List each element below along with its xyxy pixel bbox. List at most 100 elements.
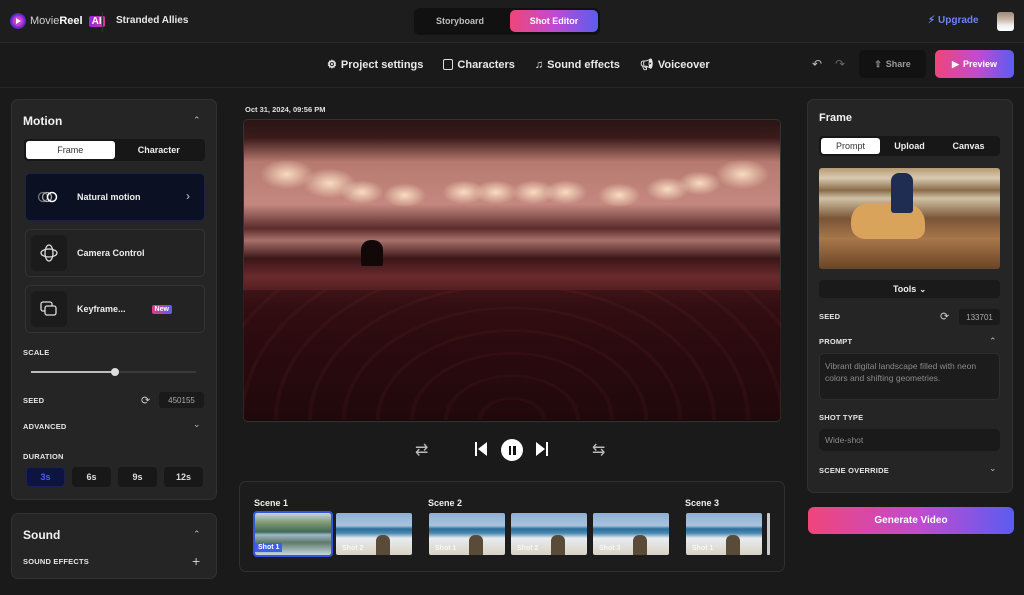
refresh-seed-icon[interactable]: ⟳ <box>940 310 949 323</box>
thumb-figure <box>376 535 390 555</box>
nav-label: Project settings <box>340 58 424 71</box>
chevron-right-icon: › <box>186 189 190 203</box>
sound-collapse-chevron-icon[interactable]: ⌃ <box>193 529 201 540</box>
orbit-icon <box>31 235 67 271</box>
frame-seed-label: SEED <box>819 312 841 321</box>
nav-characters[interactable]: Characters <box>443 58 515 71</box>
nav-label: Characters <box>457 58 515 71</box>
shot-thumbnail[interactable]: Shot 3 <box>593 513 669 555</box>
collapse-chevron-icon[interactable]: ⌃ <box>193 115 201 126</box>
preview-label: Preview <box>962 59 997 69</box>
shuffle-icon[interactable]: ⇄ <box>415 440 428 460</box>
nav-label: Sound effects <box>547 58 620 71</box>
timeline-scrollbar[interactable] <box>767 513 770 555</box>
skip-previous-icon[interactable] <box>474 441 488 461</box>
frame-image-rider <box>891 173 913 213</box>
share-button[interactable]: ⇧ Share <box>859 50 926 78</box>
preview-timestamp: Oct 31, 2024, 09:56 PM <box>245 105 326 114</box>
scene-override-chevron-down-icon[interactable]: ⌄ <box>989 463 997 474</box>
camera-control-card[interactable]: Camera Control <box>25 229 205 277</box>
tab-canvas[interactable]: Canvas <box>939 138 998 154</box>
share-label: Share <box>885 59 911 69</box>
frames-icon <box>31 291 67 327</box>
tab-frame[interactable]: Frame <box>26 141 115 159</box>
shot-label: Shot 2 <box>342 545 364 552</box>
upgrade-button[interactable]: ⚡︎ Upgrade <box>928 15 979 26</box>
natural-motion-card[interactable]: Natural motion › <box>25 173 205 221</box>
skip-next-icon[interactable] <box>535 441 549 461</box>
motion-title: Motion <box>23 114 63 128</box>
refresh-seed-icon[interactable]: ⟳ <box>141 394 150 407</box>
shot-label: Shot 3 <box>599 545 621 552</box>
tools-dropdown[interactable]: Tools ⌄ <box>819 280 1000 298</box>
upload-icon: ⇧ <box>874 58 882 69</box>
shot-label: Shot 2 <box>517 545 539 552</box>
camera-control-label: Camera Control <box>77 248 145 258</box>
pause-icon-bar <box>508 445 511 455</box>
tab-character[interactable]: Character <box>115 141 204 159</box>
shot-label: Shot 1 <box>255 543 283 552</box>
scene-2-label: Scene 2 <box>428 498 463 508</box>
prompt-collapse-chevron-icon[interactable]: ⌃ <box>989 336 997 347</box>
brand-name-bold: Reel <box>59 15 83 27</box>
duration-6s[interactable]: 6s <box>72 467 111 487</box>
advanced-chevron-down-icon[interactable]: ⌄ <box>193 419 201 430</box>
add-sound-effect-icon[interactable]: + <box>192 553 200 569</box>
brand-logo[interactable]: MovieReel AI <box>10 13 105 29</box>
header-divider-line <box>0 87 1024 88</box>
frame-image-horse <box>851 203 925 239</box>
pause-icon-bar <box>513 445 516 455</box>
thumb-figure <box>469 535 483 555</box>
new-badge: New <box>151 304 172 314</box>
duration-9s[interactable]: 9s <box>118 467 157 487</box>
pause-button[interactable] <box>501 439 523 461</box>
undo-icon[interactable]: ↶ <box>812 57 822 71</box>
tools-label: Tools <box>892 284 917 294</box>
shot-label: Shot 1 <box>435 545 457 552</box>
prompt-textarea[interactable]: Vibrant digital landscape filled with ne… <box>819 353 1000 400</box>
nav-voiceover[interactable]: 📢︎ Voiceover <box>639 58 710 72</box>
scene-1-label: Scene 1 <box>254 498 289 508</box>
shot-label: Shot 1 <box>692 545 714 552</box>
seed-input[interactable]: 450155 <box>159 392 204 408</box>
redo-icon[interactable]: ↷ <box>835 57 845 71</box>
thumb-figure <box>726 535 740 555</box>
shot-thumbnail[interactable]: Shot 2 <box>511 513 587 555</box>
shot-thumbnail[interactable]: Shot 1 <box>686 513 762 555</box>
tab-prompt[interactable]: Prompt <box>821 138 880 154</box>
user-avatar[interactable] <box>997 12 1014 31</box>
prompt-label: PROMPT <box>819 337 853 346</box>
nav-project-settings[interactable]: ⚙ Project settings <box>327 58 424 72</box>
shot-thumbnail[interactable]: Shot 1 <box>429 513 505 555</box>
preview-button[interactable]: ▶ Preview <box>935 50 1014 78</box>
duration-3s[interactable]: 3s <box>26 467 65 487</box>
sound-panel <box>11 513 217 579</box>
scale-slider-fill <box>31 371 116 373</box>
upgrade-label: Upgrade <box>938 15 979 26</box>
shot-type-label: SHOT TYPE <box>819 413 864 422</box>
play-icon: ▶ <box>952 58 959 69</box>
video-person <box>361 240 383 266</box>
tab-upload[interactable]: Upload <box>880 138 939 154</box>
tab-storyboard[interactable]: Storyboard <box>416 10 504 32</box>
repeat-icon[interactable]: ⇆ <box>592 440 605 460</box>
project-title[interactable]: Stranded Allies <box>116 15 188 26</box>
generate-video-button[interactable]: Generate Video <box>808 507 1014 534</box>
thumb-figure <box>633 535 647 555</box>
shot-type-input[interactable]: Wide-shot <box>819 429 1000 451</box>
header-divider <box>102 12 103 32</box>
frame-seed-input[interactable]: 133701 <box>959 309 1000 325</box>
nav-sound-effects[interactable]: ♫ Sound effects <box>535 58 620 71</box>
shot-thumbnail[interactable]: Shot 1 <box>253 511 333 557</box>
nav-label: Voiceover <box>657 58 710 71</box>
duration-12s[interactable]: 12s <box>164 467 203 487</box>
lightning-icon: ⚡︎ <box>928 15 936 26</box>
person-icon <box>443 59 454 70</box>
megaphone-icon: 📢︎ <box>639 59 654 71</box>
keyframe-card[interactable]: Keyframe... New <box>25 285 205 333</box>
editor-subnav: ⚙ Project settings Characters ♫ Sound ef… <box>327 58 710 72</box>
chevron-down-icon: ⌄ <box>919 284 927 294</box>
natural-motion-label: Natural motion <box>77 192 141 202</box>
tab-shot-editor[interactable]: Shot Editor <box>510 10 598 32</box>
shot-thumbnail[interactable]: Shot 2 <box>336 513 412 555</box>
